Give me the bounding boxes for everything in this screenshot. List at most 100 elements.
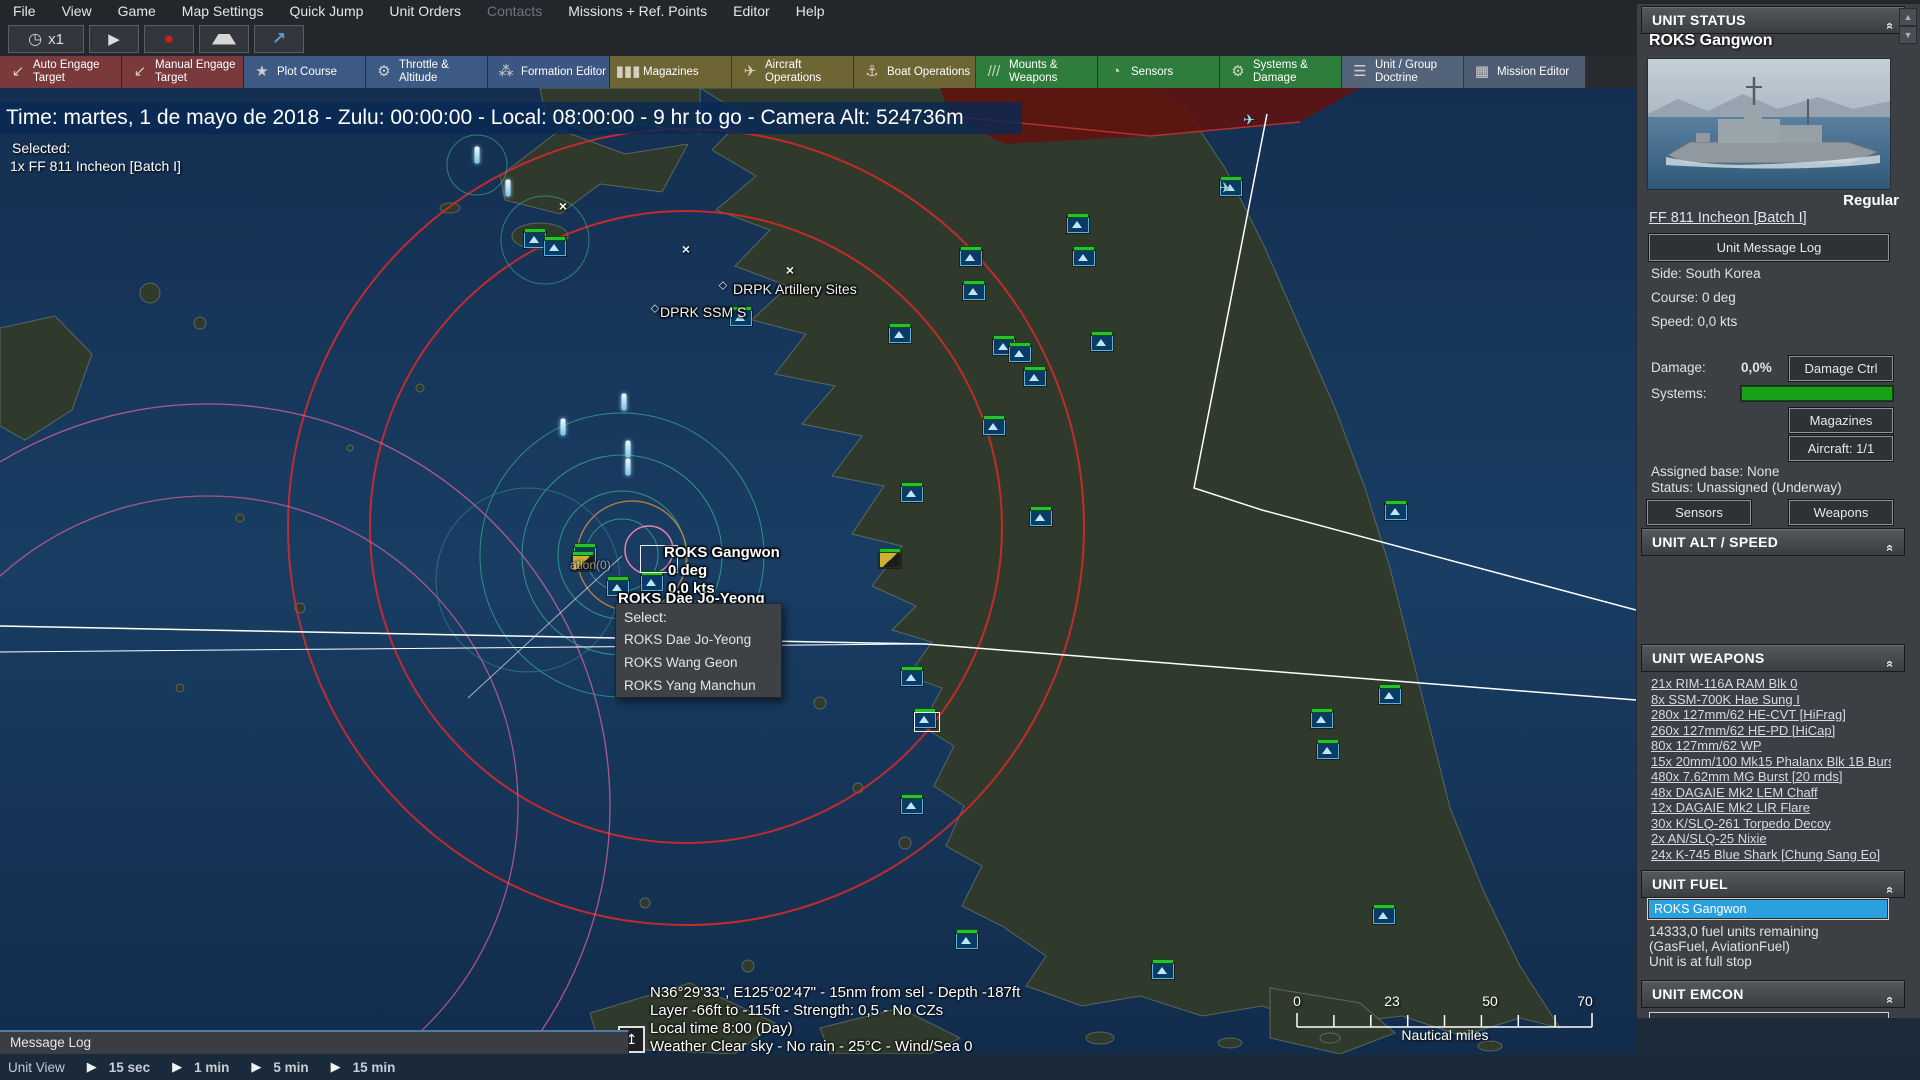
time-compression-button[interactable]: ◷ x1: [8, 25, 84, 53]
context-menu-item-roks-wang-geon[interactable]: ROKS Wang Geon: [616, 651, 781, 674]
mission-editor-icon: ▦: [1474, 62, 1490, 80]
collapse-chevron-icon[interactable]: «: [1877, 886, 1903, 894]
weapons-button[interactable]: Weapons: [1789, 500, 1893, 525]
toolbar-button-label: Mounts & Weapons: [1009, 59, 1058, 84]
menu-missions-ref-points[interactable]: Missions + Ref. Points: [555, 0, 720, 22]
toolbar-manual-engage-target-button[interactable]: ↙ Manual Engage Target: [122, 56, 244, 88]
unit-class-link[interactable]: FF 811 Incheon [Batch I]: [1649, 210, 1807, 226]
toolbar-plot-course-button[interactable]: ★ Plot Course: [244, 56, 366, 88]
toolbar-unit-group-doctrine-button[interactable]: ☰ Unit / Group Doctrine: [1342, 56, 1464, 88]
view-mode-label[interactable]: Unit View: [8, 1060, 65, 1075]
scroll-down-icon[interactable]: ▼: [1899, 26, 1917, 44]
toolbar-boat-operations-button[interactable]: ⚓ Boat Operations: [854, 56, 976, 88]
context-menu-item-roks-dae-jo-yeong[interactable]: ROKS Dae Jo-Yeong: [616, 628, 781, 651]
map-viewport[interactable]: [0, 88, 1636, 1054]
collapse-chevron-icon[interactable]: «: [1877, 660, 1903, 668]
toolbar-button-label: Manual Engage Target: [155, 59, 236, 84]
message-log-bar[interactable]: Message Log: [0, 1030, 629, 1056]
menu-editor[interactable]: Editor: [720, 0, 783, 22]
weapon-link[interactable]: 21x RIM-116A RAM Blk 0: [1651, 676, 1891, 692]
toolbar-mounts-weapons-button[interactable]: /// Mounts & Weapons: [976, 56, 1098, 88]
weapon-link[interactable]: 480x 7.62mm MG Burst [20 rnds]: [1651, 769, 1891, 785]
step-arrow-icon: ▶: [172, 1059, 183, 1074]
magazines-icon: ▮▮▮: [615, 62, 641, 80]
unit-name: ROKS Gangwon: [1649, 32, 1773, 49]
menu-bar: File View Game Map Settings Quick Jump Unit O…: [0, 0, 1920, 22]
toolbar-button-label: Boat Operations: [887, 65, 971, 78]
menu-contacts[interactable]: Contacts: [474, 0, 555, 22]
damage-ctrl-button[interactable]: Damage Ctrl: [1789, 356, 1893, 381]
collapse-chevron-icon[interactable]: «: [1877, 544, 1903, 552]
map-layers-button[interactable]: [199, 25, 249, 53]
toolbar-aircraft-operations-button[interactable]: ✈ Aircraft Operations: [732, 56, 854, 88]
weapon-link[interactable]: 12x DAGAIE Mk2 LIR Flare: [1651, 800, 1891, 816]
menu-unit-orders[interactable]: Unit Orders: [376, 0, 474, 22]
damage-value: 0,0%: [1741, 360, 1772, 375]
fuel-remaining: 14333,0 fuel units remaining: [1649, 924, 1819, 939]
toolbar-systems-damage-button[interactable]: ⚙ Systems & Damage: [1220, 56, 1342, 88]
doctrine-icon: ☰: [1353, 62, 1367, 80]
menu-help[interactable]: Help: [783, 0, 838, 22]
emcon-content-clipped: [1649, 1012, 1889, 1018]
weapon-link[interactable]: 15x 20mm/100 Mk15 Phalanx Blk 1B Burst [: [1651, 754, 1891, 770]
time-step-5-min[interactable]: 5 min: [273, 1060, 308, 1075]
toolbar-button-label: Formation Editor: [521, 65, 607, 78]
time-step-15-min[interactable]: 15 min: [353, 1060, 396, 1075]
toolbar-button-label: Systems & Damage: [1253, 59, 1308, 84]
weapons-list: 21x RIM-116A RAM Blk 0 8x SSM-700K Hae Su…: [1651, 676, 1891, 862]
weapon-link[interactable]: 260x 127mm/62 HE-PD [HiCap]: [1651, 723, 1891, 739]
toolbar-button-label: Sensors: [1131, 65, 1174, 78]
toolbar-mission-editor-button[interactable]: ▦ Mission Editor: [1464, 56, 1586, 88]
toolbar-sensors-button[interactable]: ◔ Sensors: [1098, 56, 1220, 88]
menu-view[interactable]: View: [49, 0, 105, 22]
toolbar-button-label: Mission Editor: [1497, 65, 1570, 78]
panel-unit-status-header[interactable]: UNIT STATUS «: [1641, 6, 1905, 34]
scale-bar-label: Nautical miles: [1401, 1027, 1489, 1043]
map-layers-icon: [212, 33, 236, 45]
collapse-chevron-icon[interactable]: «: [1877, 996, 1903, 1004]
panel-unit-alt-speed-header[interactable]: UNIT ALT / SPEED «: [1641, 528, 1905, 556]
context-menu-item-roks-yang-manchun[interactable]: ROKS Yang Manchun: [616, 674, 781, 697]
unit-speed: Speed: 0,0 kts: [1651, 314, 1738, 329]
weapon-link[interactable]: 24x K-745 Blue Shark [Chung Sang Eo]: [1651, 847, 1891, 863]
menu-quick-jump[interactable]: Quick Jump: [277, 0, 377, 22]
unit-course: Course: 0 deg: [1651, 290, 1736, 305]
panel-unit-weapons-header[interactable]: UNIT WEAPONS «: [1641, 644, 1905, 672]
fuel-selected-unit[interactable]: ROKS Gangwon: [1649, 900, 1887, 918]
time-step-1-min[interactable]: 1 min: [194, 1060, 229, 1075]
toolbar-throttle-altitude-button[interactable]: ⚙ Throttle & Altitude: [366, 56, 488, 88]
menu-map-settings[interactable]: Map Settings: [169, 0, 277, 22]
scroll-up-icon[interactable]: ▲: [1899, 8, 1917, 26]
panel-title: UNIT FUEL: [1652, 876, 1728, 892]
panel-unit-fuel-header[interactable]: UNIT FUEL «: [1641, 870, 1905, 898]
sensors-button[interactable]: Sensors: [1647, 500, 1751, 525]
plot-course-icon: ★: [255, 62, 269, 80]
panel-title: UNIT WEAPONS: [1652, 650, 1765, 666]
weapon-link[interactable]: 48x DAGAIE Mk2 LEM Chaff: [1651, 785, 1891, 801]
weapon-link[interactable]: 80x 127mm/62 WP: [1651, 738, 1891, 754]
fuel-unit-listbox[interactable]: ROKS Gangwon: [1647, 898, 1889, 920]
play-button[interactable]: ▶: [89, 25, 139, 53]
weapon-link[interactable]: 2x AN/SLQ-25 Nixie: [1651, 831, 1891, 847]
toolbar-auto-engage-target-button[interactable]: ↙ Auto Engage Target: [0, 56, 122, 88]
toolbar-formation-editor-button[interactable]: ⁂ Formation Editor: [488, 56, 610, 88]
toolbar-magazines-button[interactable]: ▮▮▮ Magazines: [610, 56, 732, 88]
throttle-altitude-icon: ⚙: [377, 62, 391, 80]
record-button[interactable]: ●: [144, 25, 194, 53]
menu-game[interactable]: Game: [105, 0, 169, 22]
panel-title: UNIT ALT / SPEED: [1652, 534, 1779, 550]
jump-button[interactable]: ↗: [254, 25, 304, 53]
step-arrow-icon: ▶: [251, 1059, 262, 1074]
aircraft-button[interactable]: Aircraft: 1/1: [1789, 436, 1893, 461]
weapon-link[interactable]: 280x 127mm/62 HE-CVT [HiFrag]: [1651, 707, 1891, 723]
weapon-link[interactable]: 30x K/SLQ-261 Torpedo Decoy: [1651, 816, 1891, 832]
weapon-link[interactable]: 8x SSM-700K Hae Sung I: [1651, 692, 1891, 708]
panel-title: UNIT EMCON: [1652, 986, 1744, 1002]
magazines-button[interactable]: Magazines: [1789, 408, 1893, 433]
right-sidebar: UNIT STATUS « ▲ ▼ ROKS Gangwon Regular F…: [1636, 4, 1920, 1018]
menu-file[interactable]: File: [0, 0, 49, 22]
time-step-15-sec[interactable]: 15 sec: [109, 1060, 150, 1075]
scale-tick-label: 23: [1384, 993, 1400, 1009]
panel-unit-emcon-header[interactable]: UNIT EMCON «: [1641, 980, 1905, 1008]
unit-message-log-button[interactable]: Unit Message Log: [1649, 234, 1889, 261]
